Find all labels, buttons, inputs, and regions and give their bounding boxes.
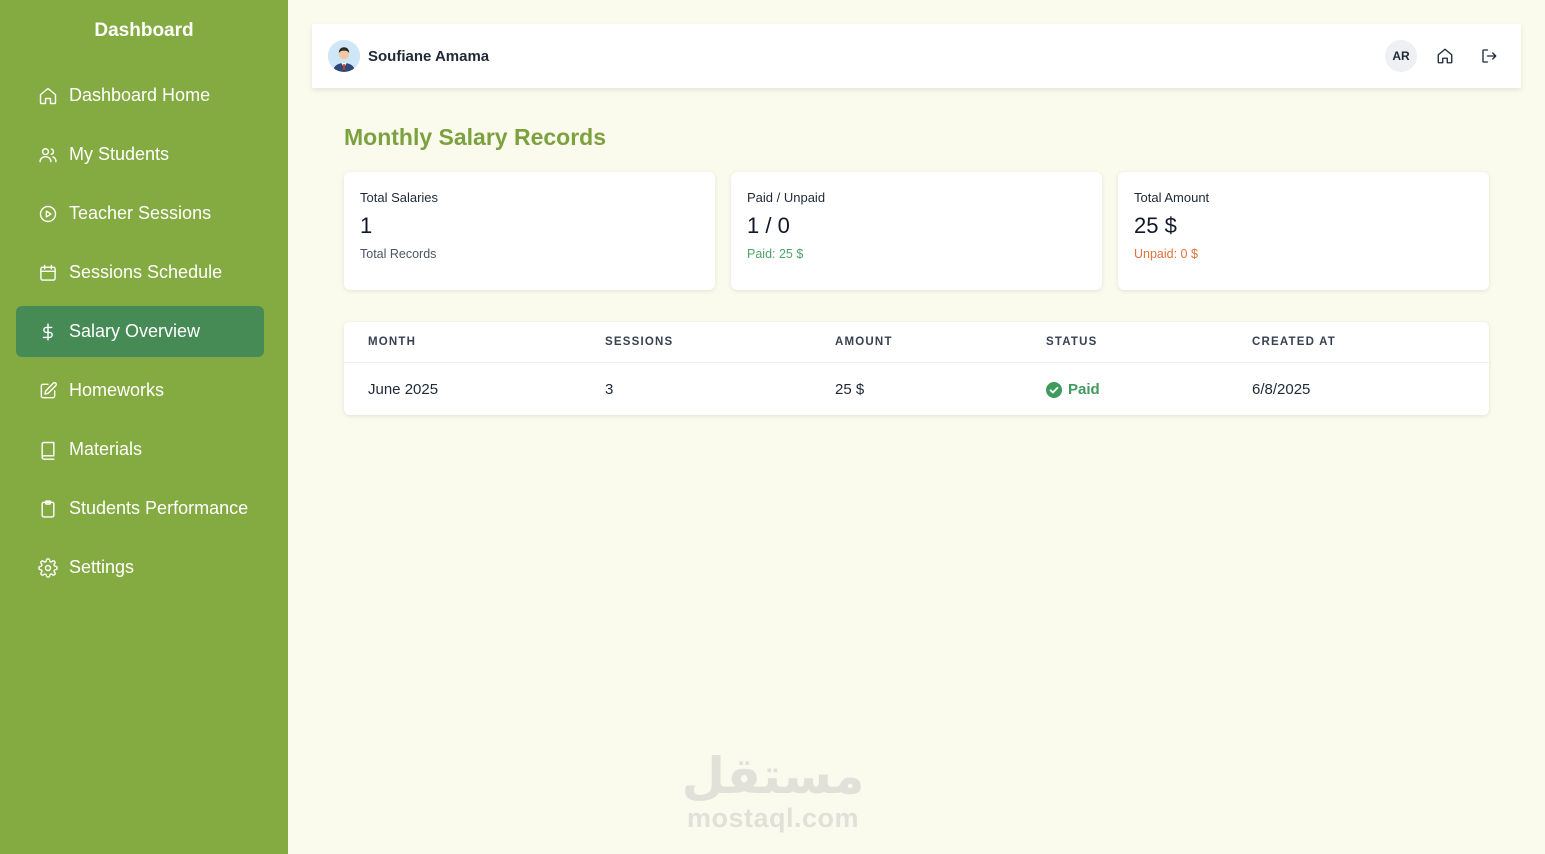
summary-cards: Total Salaries 1 Total Records Paid / Un… [344, 172, 1489, 290]
status-badge: Paid [1046, 381, 1100, 398]
book-icon [41, 441, 55, 460]
sidebar-item-label: Students Performance [69, 498, 249, 518]
edit-icon [40, 381, 57, 398]
salary-table: MONTH SESSIONS AMOUNT STATUS CREATED AT … [344, 322, 1489, 415]
paid-unpaid-card: Paid / Unpaid 1 / 0 Paid: 25 $ [731, 172, 1102, 290]
table-row: June 2025 3 25 $ Paid 6/8/2025 [344, 363, 1489, 415]
sidebar-item-label: Settings [69, 557, 135, 577]
sidebar-item-label: Materials [69, 439, 143, 459]
sidebar-item-sessions-schedule[interactable]: Sessions Schedule [16, 247, 264, 298]
cell-month: June 2025 [368, 381, 439, 398]
cell-sessions: 3 [605, 381, 614, 398]
users-icon [39, 147, 57, 162]
card-value: 25 $ [1134, 213, 1177, 238]
sidebar-item-label: My Students [69, 144, 170, 164]
watermark-text: mostaql.com [686, 803, 860, 833]
language-toggle-button[interactable]: AR [1385, 40, 1417, 72]
sidebar-item-label: Salary Overview [69, 321, 201, 341]
cell-amount: 25 $ [835, 381, 865, 398]
card-label: Paid / Unpaid [747, 190, 826, 205]
card-value: 1 [360, 213, 373, 238]
watermark: مستقل mostaql.com [678, 748, 868, 832]
logout-icon [1482, 49, 1497, 63]
play-circle-icon [39, 205, 57, 222]
header-actions: AR [1385, 40, 1505, 72]
column-header-status: STATUS [1046, 336, 1098, 348]
home-icon [1437, 48, 1453, 64]
card-subtext: Paid: 25 $ [747, 247, 804, 261]
card-label: Total Salaries [360, 190, 439, 205]
column-header-sessions: SESSIONS [605, 336, 674, 348]
sidebar-title: Dashboard [94, 20, 194, 41]
card-value: 1 / 0 [747, 213, 790, 238]
top-header: Soufiane Amama AR [312, 24, 1521, 88]
clipboard-icon [41, 499, 55, 518]
table-header: MONTH SESSIONS AMOUNT STATUS CREATED AT [344, 322, 1489, 363]
sidebar-nav: Dashboard Home My Students Teacher Sessi… [16, 70, 264, 601]
calendar-icon [40, 264, 56, 281]
sidebar-item-label: Sessions Schedule [69, 262, 223, 282]
column-header-amount: AMOUNT [835, 336, 893, 348]
sidebar-item-teacher-sessions[interactable]: Teacher Sessions [16, 188, 264, 239]
sidebar-item-label: Homeworks [69, 380, 165, 400]
sidebar-item-materials[interactable]: Materials [16, 424, 264, 475]
dollar-icon [42, 322, 53, 341]
watermark-logo: مستقل [681, 747, 865, 805]
sidebar-item-settings[interactable]: Settings [16, 542, 264, 593]
sidebar-item-label: Dashboard Home [69, 85, 211, 105]
total-amount-card: Total Amount 25 $ Unpaid: 0 $ [1118, 172, 1489, 290]
column-header-created-at: CREATED AT [1252, 336, 1336, 348]
sidebar-item-salary-overview[interactable]: Salary Overview [16, 306, 264, 357]
card-label: Total Amount [1134, 190, 1210, 205]
cell-created-at: 6/8/2025 [1252, 381, 1311, 398]
card-subtext: Unpaid: 0 $ [1134, 247, 1198, 261]
check-circle-icon [1046, 381, 1062, 398]
card-subtext: Total Records [360, 247, 437, 261]
sidebar-item-label: Teacher Sessions [69, 203, 212, 223]
page-title: Monthly Salary Records [344, 124, 607, 150]
column-header-month: MONTH [368, 336, 417, 348]
sidebar-item-my-students[interactable]: My Students [16, 129, 264, 180]
user-name: Soufiane Amama [368, 47, 490, 65]
avatar[interactable] [328, 40, 360, 72]
sidebar-item-dashboard-home[interactable]: Dashboard Home [16, 70, 264, 121]
home-icon [39, 87, 57, 104]
sidebar-item-homeworks[interactable]: Homeworks [16, 365, 264, 416]
logout-button[interactable] [1473, 40, 1505, 72]
home-button[interactable] [1429, 40, 1461, 72]
total-salaries-card: Total Salaries 1 Total Records [344, 172, 715, 290]
sidebar-item-students-performance[interactable]: Students Performance [16, 483, 264, 534]
status-label: Paid [1068, 381, 1100, 398]
gear-icon [38, 557, 58, 578]
sidebar: Dashboard Dashboard Home My Students Tea… [0, 0, 288, 854]
